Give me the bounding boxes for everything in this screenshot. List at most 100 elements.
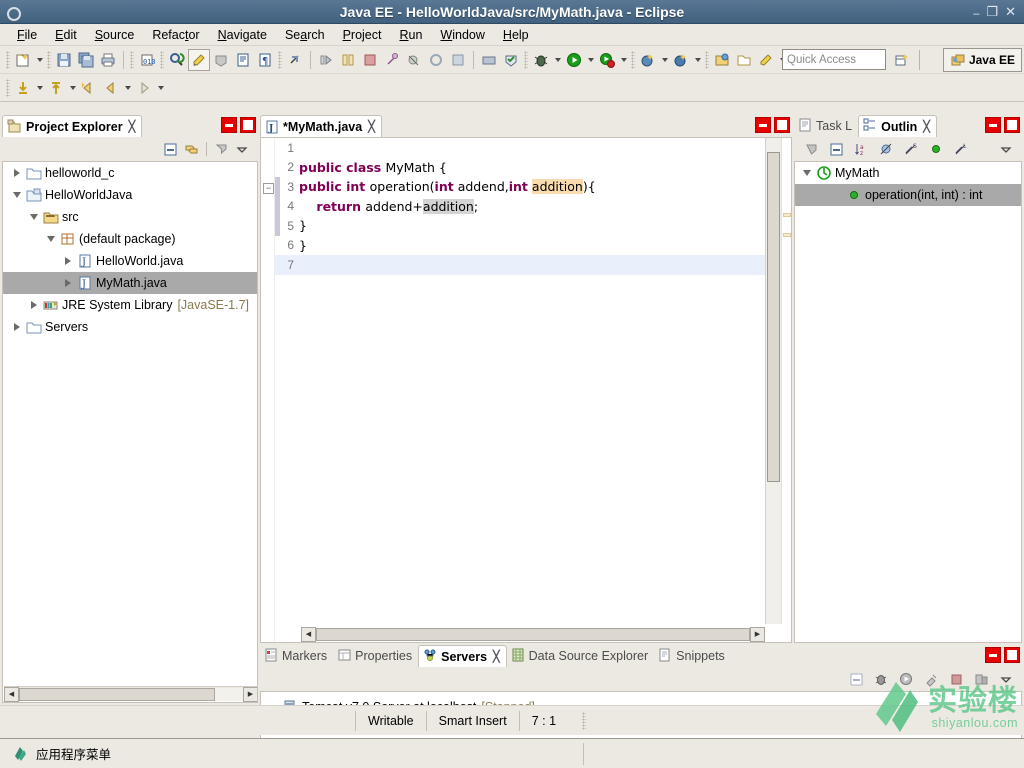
tab-mymath-java[interactable]: J *MyMath.java ╳ <box>260 115 382 137</box>
minimize-view-button[interactable] <box>985 647 1001 663</box>
previous-annotation-icon[interactable] <box>337 49 359 71</box>
status-resize-handle[interactable] <box>582 711 587 730</box>
outline-item[interactable]: operation(int, int) : int <box>795 184 1021 206</box>
editor-vscrollbar[interactable] <box>765 138 781 624</box>
tab-task-l[interactable]: Task L <box>794 115 858 137</box>
run-error-dropdown-icon[interactable] <box>618 49 629 71</box>
back-history-icon[interactable] <box>78 77 100 99</box>
view-menu-filter-icon[interactable] <box>212 140 231 159</box>
coverage-icon[interactable] <box>425 49 447 71</box>
maximize-button[interactable]: ❐ <box>986 5 998 18</box>
new-wizard-icon[interactable] <box>12 49 34 71</box>
perspective-tab-java-ee[interactable]: Java EE <box>942 48 1022 72</box>
step-into-icon[interactable] <box>12 77 34 99</box>
step-return-icon[interactable] <box>45 77 67 99</box>
close-button[interactable]: ✕ <box>1005 5 1016 18</box>
tab-markers[interactable]: Markers <box>260 645 333 667</box>
tab-snippets[interactable]: Snippets <box>654 645 731 667</box>
step-into-dropdown-icon[interactable] <box>34 77 45 99</box>
step-return-dropdown-icon[interactable] <box>67 77 78 99</box>
collapse-all-icon[interactable] <box>161 140 180 159</box>
restore-icon[interactable] <box>478 49 500 71</box>
close-icon[interactable]: ╳ <box>923 120 930 133</box>
save-all-icon[interactable] <box>75 49 97 71</box>
scroll-left-icon[interactable]: ◀ <box>4 686 19 702</box>
scroll-right-icon[interactable]: ▶ <box>243 686 257 702</box>
tree-node-helloworldjava[interactable]: HelloWorldJava <box>3 184 257 206</box>
menu-window[interactable]: Window <box>431 26 493 44</box>
project-explorer-hscrollbar[interactable]: ◀ ▶ <box>4 686 257 702</box>
save-icon[interactable] <box>53 49 75 71</box>
new-class-icon[interactable] <box>755 49 777 71</box>
tab-project-explorer[interactable]: Project Explorer ╳ <box>2 115 143 137</box>
maximize-view-button[interactable] <box>1004 647 1020 663</box>
tab-data-source-explorer[interactable]: Data Source Explorer <box>507 645 655 667</box>
tree-node-helloworld.java[interactable]: J HelloWorld.java <box>3 250 257 272</box>
tab-properties[interactable]: Properties <box>333 645 418 667</box>
editor-hscrollbar[interactable]: ◀ ▶ <box>301 626 765 642</box>
last-edit-icon[interactable] <box>359 49 381 71</box>
link-with-editor-icon[interactable] <box>182 140 201 159</box>
ruler-mark[interactable] <box>783 233 791 237</box>
quick-access-input[interactable]: Quick Access <box>782 49 886 70</box>
code-line[interactable]: 7 <box>275 255 765 275</box>
tree-node--default-package-[interactable]: (default package) <box>3 228 257 250</box>
new-server-dropdown-icon[interactable] <box>692 49 703 71</box>
collapse-all-icon[interactable] <box>847 670 866 689</box>
chevron-right-icon[interactable] <box>60 253 76 269</box>
toolbar2-drag-handle[interactable] <box>6 78 10 97</box>
forward-history-icon[interactable] <box>100 77 122 99</box>
hide-fields-icon[interactable] <box>877 140 896 159</box>
new-server-icon[interactable] <box>670 49 692 71</box>
forward-dropdown-icon[interactable] <box>155 77 166 99</box>
open-folder-icon[interactable] <box>733 49 755 71</box>
menu-file[interactable]: File <box>8 26 46 44</box>
profile-server-icon[interactable] <box>922 670 941 689</box>
chevron-right-icon[interactable] <box>9 319 25 335</box>
sort-alpha-icon[interactable]: az <box>852 140 871 159</box>
view-menu-icon[interactable] <box>997 670 1016 689</box>
maximize-view-button[interactable] <box>240 117 256 133</box>
chevron-down-icon[interactable] <box>43 231 59 247</box>
print-icon[interactable] <box>97 49 119 71</box>
view-menu-icon[interactable] <box>233 140 252 159</box>
menu-search[interactable]: Search <box>276 26 334 44</box>
minimize-view-button[interactable] <box>985 117 1001 133</box>
chevron-down-icon[interactable] <box>9 187 25 203</box>
code-line[interactable]: 4 return addend+ addition; <box>275 196 765 216</box>
skip-breakpoints-icon[interactable] <box>403 49 425 71</box>
chevron-down-icon[interactable] <box>799 165 815 181</box>
code-line[interactable]: 2 public class MyMath { <box>275 158 765 178</box>
menu-source[interactable]: Source <box>86 26 144 44</box>
toggle-binary-icon[interactable]: 010 <box>136 49 158 71</box>
fold-marker-icon[interactable]: − <box>263 183 274 194</box>
external-tools-dropdown-icon[interactable] <box>659 49 670 71</box>
link-break-icon[interactable] <box>284 49 306 71</box>
hide-local-icon[interactable]: L <box>952 140 971 159</box>
scroll-right-icon[interactable]: ▶ <box>750 626 765 642</box>
collapse-all-icon[interactable] <box>827 140 846 159</box>
minimize-button[interactable]: – <box>973 9 979 20</box>
show-whitespace-icon[interactable]: ¶ <box>254 49 276 71</box>
debug-icon[interactable] <box>530 49 552 71</box>
project-explorer-tree[interactable]: helloworld_c HelloWorldJava src (default pa… <box>2 161 258 703</box>
scroll-thumb[interactable] <box>316 627 750 641</box>
stop-server-icon[interactable] <box>947 670 966 689</box>
hide-public-icon[interactable] <box>927 140 946 159</box>
chevron-right-icon[interactable] <box>60 275 76 291</box>
tree-node-servers[interactable]: Servers <box>3 316 257 338</box>
tab-outlin[interactable]: Outlin ╳ <box>858 115 937 137</box>
outline-item[interactable]: MyMath <box>795 162 1021 184</box>
tab-servers[interactable]: Servers ╳ <box>418 645 507 667</box>
hide-static-icon[interactable]: S <box>902 140 921 159</box>
outline-tree[interactable]: MyMath operation(int, int) : int <box>794 161 1022 643</box>
close-icon[interactable]: ╳ <box>368 120 375 133</box>
tree-node-helloworld_c[interactable]: helloworld_c <box>3 162 257 184</box>
scroll-thumb[interactable] <box>19 687 215 701</box>
editor-vscroll-thumb[interactable] <box>767 152 780 482</box>
scroll-left-icon[interactable]: ◀ <box>301 626 316 642</box>
toolbar-drag-handle[interactable] <box>6 50 10 69</box>
minimize-editor-button[interactable] <box>755 117 771 133</box>
run-icon[interactable] <box>563 49 585 71</box>
editor-overview-ruler[interactable] <box>781 138 791 624</box>
